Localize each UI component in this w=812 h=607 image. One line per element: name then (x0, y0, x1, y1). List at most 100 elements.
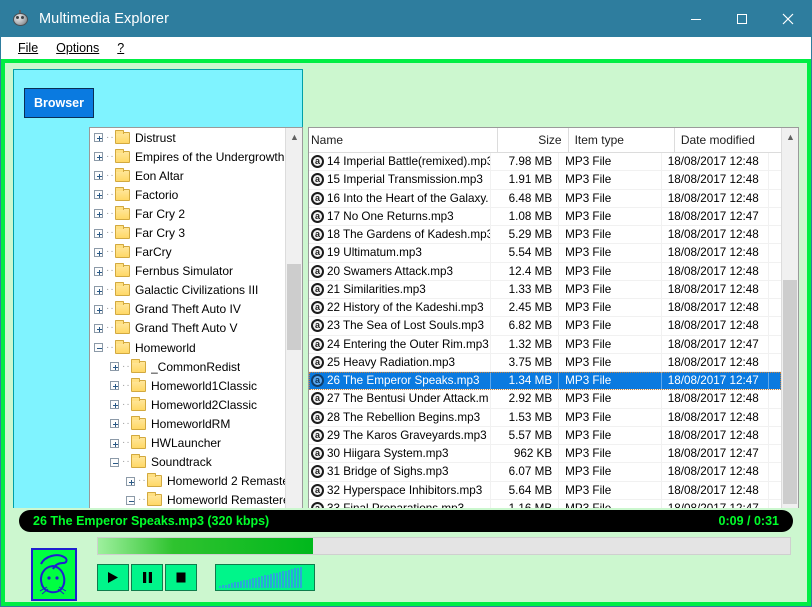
tree-item-label: Fernbus Simulator (135, 264, 234, 279)
table-row[interactable]: a 21 Similarities.mp3 1.33 MB MP3 File 18/08… (309, 280, 781, 299)
file-scroll-thumb[interactable] (783, 280, 797, 504)
expand-icon[interactable] (94, 152, 103, 162)
expand-icon[interactable] (110, 438, 119, 448)
table-row[interactable]: a 26 The Emperor Speaks.mp3 1.34 MB MP3 Fil… (309, 372, 781, 391)
table-row[interactable]: a 14 Imperial Battle(remixed).mp3 7.98 MB M… (309, 153, 781, 172)
collapse-icon[interactable] (94, 343, 103, 353)
cell-date-modified: 18/08/2017 12:48 (662, 481, 769, 499)
table-row[interactable]: a 28 The Rebellion Begins.mp3 1.53 MB MP3 F… (309, 408, 781, 427)
table-row[interactable]: a 27 The Bentusi Under Attack.m 2.92 MB MP3… (309, 390, 781, 409)
expand-icon[interactable] (110, 419, 119, 429)
table-row[interactable]: a 23 The Sea of Lost Souls.mp3 6.82 MB MP3 … (309, 317, 781, 336)
tree-item[interactable]: ··· Eon Altar (90, 166, 285, 185)
cell-date-modified: 18/08/2017 12:47 (662, 372, 769, 390)
table-row[interactable]: a 29 The Karos Graveyards.mp3 5.57 MB MP3 F… (309, 426, 781, 445)
folder-icon (115, 167, 130, 182)
volume-visualizer[interactable] (215, 564, 315, 591)
tree-item[interactable]: ··· Homeworld1Classic (90, 376, 285, 395)
tree-scroll-thumb[interactable] (287, 264, 301, 350)
tab-browser[interactable]: Browser (24, 88, 94, 118)
table-row[interactable]: a 20 Swamers Attack.mp3 12.4 MB MP3 File 18/… (309, 262, 781, 281)
table-row[interactable]: a 30 Hiigara System.mp3 962 KB MP3 File 18/0… (309, 445, 781, 464)
table-row[interactable]: a 25 Heavy Radiation.mp3 3.75 MB MP3 File 18… (309, 353, 781, 372)
cell-date-modified: 18/08/2017 12:48 (662, 189, 769, 207)
expand-icon[interactable] (94, 304, 103, 314)
tree-item[interactable]: ··· Grand Theft Auto V (90, 319, 285, 338)
tree-item[interactable]: ··· HomeworldRM (90, 414, 285, 433)
tree-item[interactable]: ··· Far Cry 2 (90, 204, 285, 223)
column-header-size[interactable]: Size (498, 128, 569, 152)
menu-item-options[interactable]: Options (47, 37, 108, 59)
tree-item[interactable]: ··· Far Cry 3 (90, 223, 285, 242)
column-header-item-type[interactable]: Item type (569, 128, 675, 152)
menu-item-help[interactable]: ? (108, 37, 133, 59)
cell-name: a 21 Similarities.mp3 (309, 280, 491, 298)
expand-icon[interactable] (94, 247, 103, 257)
column-header-date-modified[interactable]: Date modified (675, 128, 787, 152)
cell-filler (769, 372, 781, 389)
expand-icon[interactable] (94, 171, 103, 181)
stop-button[interactable] (165, 564, 197, 591)
tree-item[interactable]: ··· Fernbus Simulator (90, 262, 285, 281)
expand-icon[interactable] (94, 285, 103, 295)
expand-icon[interactable] (94, 266, 103, 276)
table-row[interactable]: a 15 Imperial Transmission.mp3 1.91 MB MP3 … (309, 171, 781, 190)
close-button[interactable] (765, 1, 811, 37)
playback-progress-bar[interactable] (97, 537, 791, 555)
cell-date-modified: 18/08/2017 12:48 (662, 280, 769, 298)
table-row[interactable]: a 32 Hyperspace Inhibitors.mp3 5.64 MB MP3 … (309, 481, 781, 500)
tree-item[interactable]: ··· Homeworld (90, 338, 285, 357)
tree-item-label: Distrust (135, 130, 176, 145)
table-row[interactable]: a 24 Entering the Outer Rim.mp3 1.32 MB MP3… (309, 335, 781, 354)
volume-bar (237, 581, 239, 588)
tree-item[interactable]: ··· Galactic Civilizations III (90, 281, 285, 300)
pause-button[interactable] (131, 564, 163, 591)
expand-icon[interactable] (94, 209, 103, 219)
maximize-button[interactable] (719, 1, 765, 37)
expand-icon[interactable] (94, 228, 103, 238)
tree-item[interactable]: ··· Soundtrack (90, 453, 285, 472)
cell-filler (769, 317, 781, 334)
collapse-icon[interactable] (126, 495, 135, 505)
expand-icon[interactable] (110, 400, 119, 410)
tree-vertical-scrollbar[interactable]: ▲ ▼ (285, 128, 302, 558)
tree-scroll-up-arrow[interactable]: ▲ (286, 128, 302, 145)
tree-item[interactable]: ··· HWLauncher (90, 434, 285, 453)
tree-connector: ··· (122, 398, 135, 410)
expand-icon[interactable] (94, 190, 103, 200)
collapse-icon[interactable] (110, 457, 119, 467)
table-row[interactable]: a 22 History of the Kadeshi.mp3 2.45 MB MP3… (309, 299, 781, 318)
tree-item[interactable]: ··· FarCry (90, 243, 285, 262)
table-row[interactable]: a 19 Ultimatum.mp3 5.54 MB MP3 File 18/08/20… (309, 244, 781, 263)
tree-item[interactable]: ··· Homeworld 2 Remastered (90, 472, 285, 491)
play-button[interactable] (97, 564, 129, 591)
application-window: Multimedia Explorer File Options ? Brows… (0, 0, 812, 607)
tree-item[interactable]: ··· Factorio (90, 185, 285, 204)
folder-icon (115, 320, 130, 335)
cell-item-type: MP3 File (559, 335, 662, 353)
expand-icon[interactable] (126, 476, 135, 486)
expand-icon[interactable] (94, 133, 103, 143)
tree-item[interactable]: ··· Empires of the Undergrowth (90, 147, 285, 166)
expand-icon[interactable] (110, 362, 119, 372)
volume-bar (222, 585, 224, 588)
tree-item[interactable]: ··· Grand Theft Auto IV (90, 300, 285, 319)
tree-item[interactable]: ··· _CommonRedist (90, 357, 285, 376)
table-row[interactable]: a 17 No One Returns.mp3 1.08 MB MP3 File 18/… (309, 207, 781, 226)
tree-item[interactable]: ··· Homeworld2Classic (90, 395, 285, 414)
column-header-name[interactable]: Name (309, 128, 498, 152)
cell-date-modified: 18/08/2017 12:48 (662, 299, 769, 317)
expand-icon[interactable] (94, 323, 103, 333)
table-row[interactable]: a 16 Into the Heart of the Galaxy. 6.48 MB… (309, 189, 781, 208)
minimize-button[interactable] (673, 1, 719, 37)
file-scroll-up-arrow[interactable]: ▲ (782, 128, 798, 145)
cell-item-type: MP3 File (559, 280, 662, 298)
tree-item[interactable]: ··· Distrust (90, 128, 285, 147)
table-row[interactable]: a 18 The Gardens of Kadesh.mp3 5.29 MB MP3 … (309, 226, 781, 245)
table-row[interactable]: a 31 Bridge of Sighs.mp3 6.07 MB MP3 File 18… (309, 463, 781, 482)
audio-file-icon: a (311, 428, 324, 442)
expand-icon[interactable] (110, 381, 119, 391)
file-name-label: 26 The Emperor Speaks.mp3 (327, 374, 480, 388)
menu-item-file[interactable]: File (9, 37, 47, 59)
tree-item[interactable]: ··· Homeworld Remastered C (90, 491, 285, 510)
